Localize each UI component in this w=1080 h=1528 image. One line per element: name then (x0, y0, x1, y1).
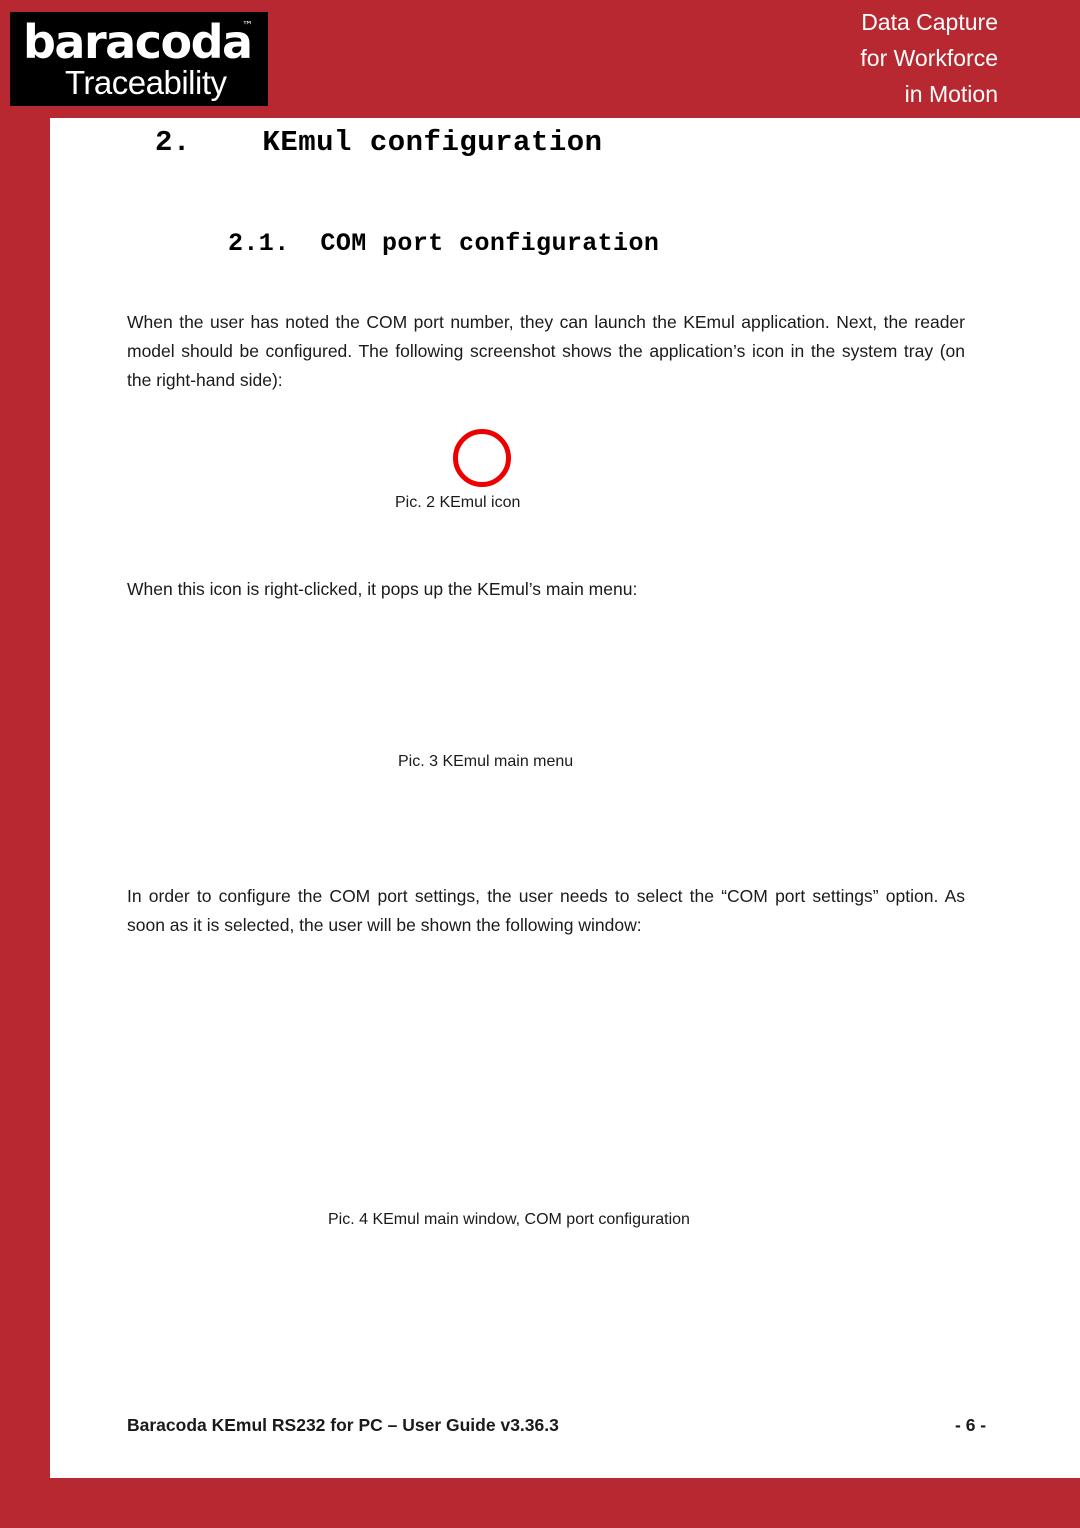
logo-brand-text: baracoda (23, 15, 253, 69)
document-page: baracoda ™ Traceability Data Capture for… (0, 0, 1080, 1528)
footer-document-title: Baracoda KEmul RS232 for PC – User Guide… (127, 1415, 559, 1435)
header-tagline: Data Capture for Workforce in Motion (698, 4, 998, 112)
trademark-icon: ™ (242, 19, 253, 32)
paragraph-right-click: When this icon is right-clicked, it pops… (127, 579, 638, 599)
tagline-line-1: Data Capture (861, 9, 998, 35)
subsection-heading: 2.1. COM port configuration (228, 229, 660, 258)
figure-caption-pic4: Pic. 4 KEmul main window, COM port confi… (328, 1211, 690, 1228)
page-header: baracoda ™ Traceability Data Capture for… (0, 0, 1080, 118)
baracoda-logo: baracoda ™ Traceability (10, 12, 268, 106)
logo-subtitle-text: Traceability (65, 64, 227, 101)
tagline-line-3: in Motion (904, 81, 998, 107)
tagline-line-2: for Workforce (860, 45, 998, 71)
figure-kemul-main-menu-image (300, 625, 780, 740)
figure-caption-pic3: Pic. 3 KEmul main menu (398, 753, 574, 770)
paragraph-intro: When the user has noted the COM port num… (127, 312, 965, 390)
section-heading: 2. KEmul configuration (155, 126, 603, 159)
figure-caption-pic2: Pic. 2 KEmul icon (395, 494, 521, 511)
paragraph-com-port-settings: In order to configure the COM port setti… (127, 886, 965, 935)
red-circle-annotation-icon (453, 429, 511, 487)
figure-kemul-main-window-image (300, 950, 780, 1200)
footer-page-number: - 6 - (955, 1415, 987, 1435)
figure-kemul-icon-image (300, 400, 780, 485)
